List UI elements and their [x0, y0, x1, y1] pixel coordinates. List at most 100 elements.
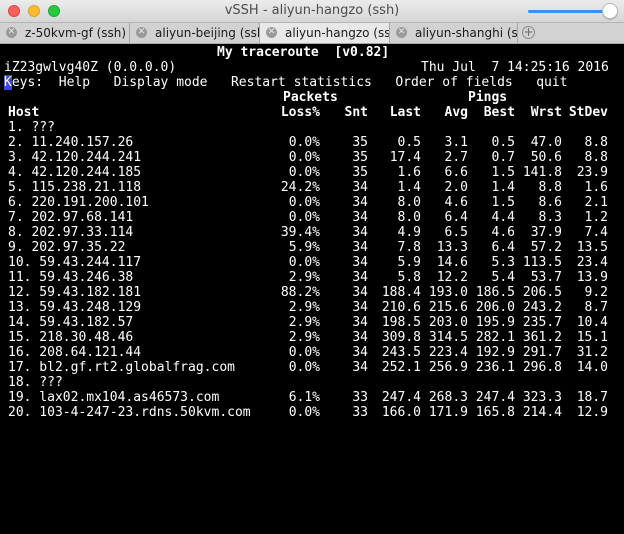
hop-loss: 2.9% [288, 270, 320, 285]
hop-last: 5.9 [397, 255, 421, 270]
hop-avg: 223.4 [428, 345, 468, 360]
hop-last: 243.5 [381, 345, 421, 360]
hop-last: 8.0 [397, 210, 421, 225]
hop-wrst: 53.7 [530, 270, 562, 285]
hop-avg: 193.0 [428, 285, 468, 300]
tab-aliyun-hangzo[interactable]: ✕ aliyun-hangzo (ss... [260, 23, 390, 43]
hop-best: 4.4 [491, 210, 515, 225]
hop-best: 4.6 [491, 225, 515, 240]
terminal-cursor: K [4, 75, 12, 90]
hop-avg: 4.6 [444, 195, 468, 210]
hop-host: 12. 59.43.182.181 [8, 285, 142, 300]
hop-best: 0.5 [491, 135, 515, 150]
hop-avg: 13.3 [436, 240, 468, 255]
slider-track [528, 10, 610, 13]
hop-last: 7.8 [397, 240, 421, 255]
col-last: Last [389, 105, 421, 120]
hop-host: 15. 218.30.48.46 [8, 330, 134, 345]
col-wrst: Wrst [530, 105, 562, 120]
hop-loss: 0.0% [288, 150, 320, 165]
hop-stdev: 13.9 [576, 270, 608, 285]
hop-stdev: 2.1 [584, 195, 608, 210]
hop-loss: 0.0% [288, 345, 320, 360]
hop-loss: 24.2% [280, 180, 320, 195]
hop-host: 19. lax02.mx104.as46573.com [8, 390, 220, 405]
close-tab-icon[interactable]: ✕ [6, 27, 17, 38]
hop-last: 1.4 [397, 180, 421, 195]
hop-stdev: 15.1 [576, 330, 608, 345]
col-loss: Loss% [280, 105, 320, 120]
hop-host: 3. 42.120.244.241 [8, 150, 142, 165]
hop-snt: 35 [352, 135, 368, 150]
add-tab-icon[interactable]: + [522, 26, 535, 39]
col-host: Host [8, 105, 40, 120]
tab-aliyun-beijing[interactable]: ✕ aliyun-beijing (ssh) [130, 23, 260, 43]
tab-label: aliyun-hangzo (ss... [285, 26, 390, 40]
close-tab-icon[interactable]: ✕ [266, 27, 277, 38]
hop-last: 0.5 [397, 135, 421, 150]
hop-stdev: 10.4 [576, 315, 608, 330]
vssh-window: vSSH - aliyun-hangzo (ssh) ✕ z-50kvm-gf … [0, 0, 624, 534]
hop-avg: 2.0 [444, 180, 468, 195]
close-tab-icon[interactable]: ✕ [136, 27, 147, 38]
hop-best: 5.3 [491, 255, 515, 270]
hop-wrst: 243.2 [522, 300, 562, 315]
hop-last: 252.1 [381, 360, 421, 375]
packets-header: Packets [283, 90, 338, 105]
hop-last: 210.6 [381, 300, 421, 315]
hop-loss: 0.0% [288, 360, 320, 375]
hop-stdev: 12.9 [576, 405, 608, 420]
hop-last: 188.4 [381, 285, 421, 300]
hop-snt: 34 [352, 225, 368, 240]
hop-avg: 268.3 [428, 390, 468, 405]
current-datetime: Thu Jul 7 14:25:16 2016 [421, 60, 609, 75]
hop-stdev: 7.4 [584, 225, 608, 240]
hop-best: 0.7 [491, 150, 515, 165]
hop-stdev: 1.2 [584, 210, 608, 225]
hop-snt: 34 [352, 195, 368, 210]
hop-best: 247.4 [475, 390, 515, 405]
hop-wrst: 291.7 [522, 345, 562, 360]
pings-header: Pings [468, 90, 508, 105]
hop-loss: 0.0% [288, 210, 320, 225]
hop-wrst: 8.6 [538, 195, 562, 210]
hop-stdev: 18.7 [576, 390, 608, 405]
hop-wrst: 296.8 [522, 360, 562, 375]
hop-snt: 35 [352, 165, 368, 180]
hop-loss: 39.4% [280, 225, 320, 240]
hop-avg: 3.1 [444, 135, 468, 150]
hop-stdev: 1.6 [584, 180, 608, 195]
tab-label: z-50kvm-gf (ssh) [25, 26, 127, 40]
hop-best: 1.5 [491, 195, 515, 210]
slider-thumb[interactable] [602, 3, 618, 19]
tab-aliyun-shanghi[interactable]: ✕ aliyun-shanghi (s... [390, 23, 518, 43]
hop-avg: 6.5 [444, 225, 468, 240]
hop-host: 11. 59.43.246.38 [8, 270, 134, 285]
hop-best: 192.9 [475, 345, 515, 360]
hop-host: 16. 208.64.121.44 [8, 345, 142, 360]
hop-wrst: 361.2 [522, 330, 562, 345]
hop-last: 17.4 [389, 150, 421, 165]
hop-last: 5.8 [397, 270, 421, 285]
title-bar[interactable]: vSSH - aliyun-hangzo (ssh) [0, 0, 624, 23]
col-avg: Avg [444, 105, 468, 120]
hop-host: 7. 202.97.68.141 [8, 210, 134, 225]
hop-avg: 14.6 [436, 255, 468, 270]
close-tab-icon[interactable]: ✕ [396, 27, 407, 38]
hop-wrst: 214.4 [522, 405, 562, 420]
hop-stdev: 13.5 [576, 240, 608, 255]
hop-avg: 2.7 [444, 150, 468, 165]
opacity-slider[interactable] [528, 3, 618, 19]
terminal-screen[interactable]: My traceroute [v0.82] iZ23gwlvg40Z (0.0.… [0, 44, 624, 534]
hop-snt: 35 [352, 150, 368, 165]
hop-loss: 5.9% [288, 240, 320, 255]
hop-last: 1.6 [397, 165, 421, 180]
hop-avg: 256.9 [428, 360, 468, 375]
keys-menu: Keys: Help Display mode Restart statisti… [4, 75, 568, 90]
tab-label: aliyun-beijing (ssh) [155, 26, 260, 40]
tab-z-50kvm-gf[interactable]: ✕ z-50kvm-gf (ssh) [0, 23, 130, 43]
hop-best: 6.4 [491, 240, 515, 255]
hop-last: 4.9 [397, 225, 421, 240]
hop-snt: 34 [352, 255, 368, 270]
hop-host: 2. 11.240.157.26 [8, 135, 134, 150]
